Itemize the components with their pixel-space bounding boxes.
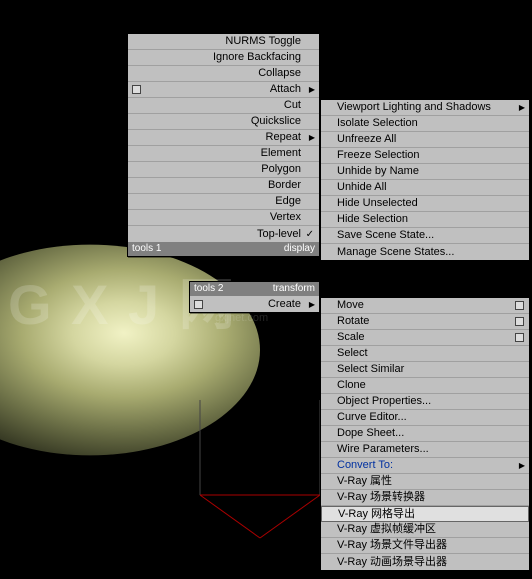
- menu-item-label: Repeat: [266, 130, 301, 145]
- menu-item-label: Create: [268, 297, 301, 312]
- menu-item[interactable]: Save Scene State...: [321, 228, 529, 244]
- menu-item-label: V-Ray 虚拟帧缓冲区: [337, 522, 436, 537]
- menu-item-label: Quickslice: [251, 114, 301, 129]
- menu-item[interactable]: V-Ray 网格导出: [321, 506, 529, 522]
- menu-item-label: Wire Parameters...: [337, 442, 429, 457]
- menu-item[interactable]: Curve Editor...: [321, 410, 529, 426]
- quad-menu-transform: MoveRotateScaleSelectSelect SimilarClone…: [320, 297, 530, 571]
- menu-item[interactable]: Scale: [321, 330, 529, 346]
- menu-item[interactable]: Top-level: [128, 226, 319, 242]
- menu-item[interactable]: NURMS Toggle: [128, 34, 319, 50]
- menu-item-label: Element: [261, 146, 301, 161]
- menu-item-label: Viewport Lighting and Shadows: [337, 100, 491, 115]
- menu-item-label: Vertex: [270, 210, 301, 225]
- menu-item-label: Unfreeze All: [337, 132, 396, 147]
- menu-item-label: Attach: [270, 82, 301, 97]
- menu-item[interactable]: Freeze Selection: [321, 148, 529, 164]
- quad-footer-tools2: tools 2 transform: [190, 282, 319, 296]
- menu-item[interactable]: Move: [321, 298, 529, 314]
- menu-item[interactable]: Border: [128, 178, 319, 194]
- menu-item[interactable]: Object Properties...: [321, 394, 529, 410]
- footer-left-label: tools 2: [194, 282, 223, 296]
- menu-item-label: Clone: [337, 378, 366, 393]
- menu-item[interactable]: Clone: [321, 378, 529, 394]
- menu-item[interactable]: V-Ray 场景文件导出器: [321, 538, 529, 554]
- menu-item-label: Isolate Selection: [337, 116, 418, 131]
- menu-item-label: Border: [268, 178, 301, 193]
- menu-item-label: Top-level: [257, 227, 301, 242]
- footer-right-label: transform: [273, 282, 315, 296]
- menu-item-label: Cut: [284, 98, 301, 113]
- menu-item[interactable]: Ignore Backfacing: [128, 50, 319, 66]
- menu-item[interactable]: V-Ray 虚拟帧缓冲区: [321, 522, 529, 538]
- menu-item[interactable]: Element: [128, 146, 319, 162]
- menu-item-label: Edge: [275, 194, 301, 209]
- menu-item[interactable]: Dope Sheet...: [321, 426, 529, 442]
- menu-item-label: Rotate: [337, 314, 369, 329]
- menu-item[interactable]: Quickslice: [128, 114, 319, 130]
- menu-item-label: Manage Scene States...: [337, 245, 454, 260]
- menu-item[interactable]: Cut: [128, 98, 319, 114]
- menu-item[interactable]: Isolate Selection: [321, 116, 529, 132]
- menu-item-label: NURMS Toggle: [225, 34, 301, 49]
- menu-item[interactable]: Attach: [128, 82, 319, 98]
- menu-item[interactable]: Convert To:: [321, 458, 529, 474]
- menu-item-label: Hide Unselected: [337, 196, 418, 211]
- menu-item[interactable]: Viewport Lighting and Shadows: [321, 100, 529, 116]
- menu-item[interactable]: Hide Unselected: [321, 196, 529, 212]
- menu-item[interactable]: V-Ray 属性: [321, 474, 529, 490]
- menu-item-label: Hide Selection: [337, 212, 408, 227]
- menu-item[interactable]: Select Similar: [321, 362, 529, 378]
- menu-item[interactable]: V-Ray 动画场景导出器: [321, 554, 529, 570]
- footer-right-label: display: [284, 242, 315, 256]
- menu-item-label: Move: [337, 298, 364, 313]
- menu-item[interactable]: Collapse: [128, 66, 319, 82]
- menu-item-label: V-Ray 动画场景导出器: [337, 555, 447, 570]
- menu-item[interactable]: Create: [190, 296, 319, 312]
- menu-item-label: Unhide All: [337, 180, 387, 195]
- menu-item-label: Freeze Selection: [337, 148, 420, 163]
- menu-item-label: Dope Sheet...: [337, 426, 404, 441]
- menu-item-label: V-Ray 网格导出: [338, 507, 415, 522]
- menu-item[interactable]: Select: [321, 346, 529, 362]
- menu-item-label: Save Scene State...: [337, 228, 434, 243]
- menu-item[interactable]: Manage Scene States...: [321, 244, 529, 260]
- menu-item[interactable]: Rotate: [321, 314, 529, 330]
- menu-item[interactable]: Unfreeze All: [321, 132, 529, 148]
- menu-item-label: Convert To:: [337, 458, 393, 473]
- menu-item-label: Curve Editor...: [337, 410, 407, 425]
- menu-item-label: V-Ray 场景转换器: [337, 490, 425, 505]
- quad-menu-tools1: NURMS ToggleIgnore BackfacingCollapseAtt…: [127, 33, 320, 257]
- menu-item[interactable]: Repeat: [128, 130, 319, 146]
- menu-item[interactable]: Unhide All: [321, 180, 529, 196]
- menu-item[interactable]: Unhide by Name: [321, 164, 529, 180]
- quad-footer-tools1: tools 1 display: [128, 242, 319, 256]
- quad-menu-display: Viewport Lighting and ShadowsIsolate Sel…: [320, 99, 530, 261]
- menu-item-label: Collapse: [258, 66, 301, 81]
- menu-item-label: Ignore Backfacing: [213, 50, 301, 65]
- quad-menu-tools2: tools 2 transform Create: [189, 281, 320, 313]
- menu-item[interactable]: V-Ray 场景转换器: [321, 490, 529, 506]
- menu-item[interactable]: Hide Selection: [321, 212, 529, 228]
- menu-item[interactable]: Wire Parameters...: [321, 442, 529, 458]
- menu-item[interactable]: Edge: [128, 194, 319, 210]
- footer-left-label: tools 1: [132, 242, 161, 256]
- menu-item-label: Polygon: [261, 162, 301, 177]
- watermark-url: gxjnet.com: [215, 312, 268, 324]
- menu-item-label: V-Ray 属性: [337, 474, 392, 489]
- menu-item-label: Scale: [337, 330, 365, 345]
- menu-item-label: Unhide by Name: [337, 164, 419, 179]
- menu-item-label: Select Similar: [337, 362, 404, 377]
- menu-item[interactable]: Polygon: [128, 162, 319, 178]
- menu-item[interactable]: Vertex: [128, 210, 319, 226]
- menu-item-label: V-Ray 场景文件导出器: [337, 538, 447, 553]
- menu-item-label: Select: [337, 346, 368, 361]
- menu-item-label: Object Properties...: [337, 394, 431, 409]
